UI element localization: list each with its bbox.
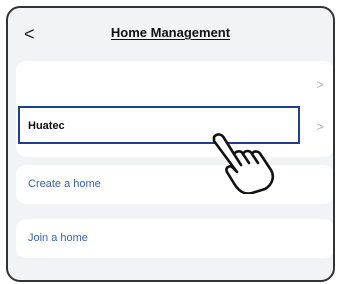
home-item-label: Huatec	[28, 120, 65, 132]
create-home-label: Create a home	[28, 178, 101, 190]
home-item-huatec[interactable]: Huatec >	[16, 106, 333, 145]
chevron-right-icon: >	[316, 77, 324, 92]
join-home-label: Join a home	[28, 232, 88, 244]
page-title: Home Management	[110, 25, 231, 40]
home-list: > Huatec >	[16, 61, 333, 157]
phone-screen: < Home Management > Huatec > Create a ho…	[6, 6, 335, 282]
header-bar: < Home Management	[8, 8, 333, 60]
create-home-button[interactable]: Create a home	[16, 165, 333, 204]
home-item-unnamed[interactable]: >	[16, 67, 333, 103]
chevron-right-icon: >	[316, 119, 324, 134]
join-home-button[interactable]: Join a home	[16, 219, 333, 258]
